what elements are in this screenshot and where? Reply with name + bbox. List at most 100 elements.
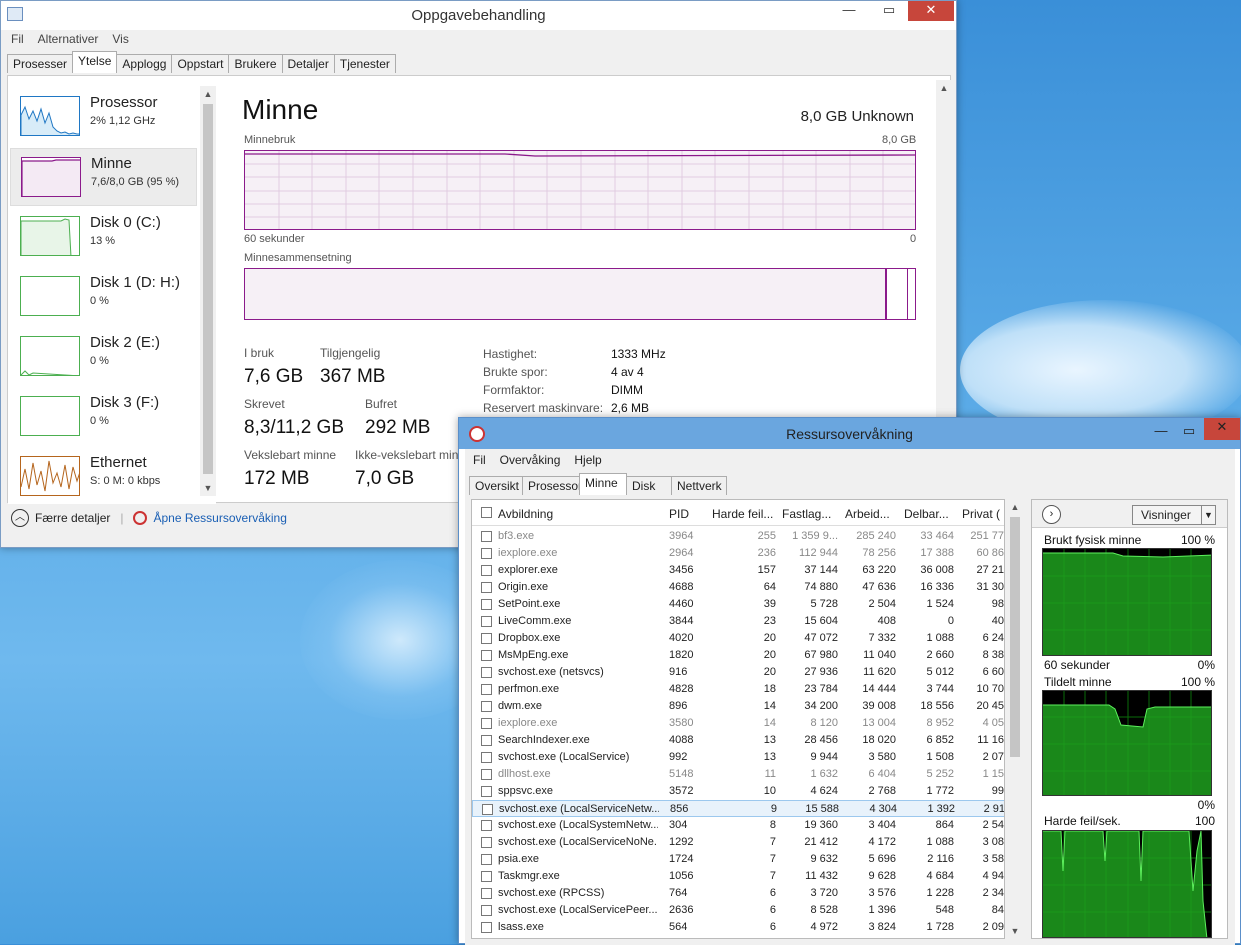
maximize-button[interactable]: ▭ xyxy=(874,1,904,21)
row-checkbox[interactable] xyxy=(481,820,492,831)
column-hard-faults[interactable]: Harde feil... xyxy=(712,507,776,521)
sidebar-item-disk-1[interactable]: Disk 1 (D: H:) 0 % xyxy=(10,268,197,326)
task-manager-titlebar[interactable]: Oppgavebehandling — ▭ ✕ xyxy=(1,1,956,30)
table-row[interactable]: svchost.exe (netsvcs) 916 20 27 936 11 620 5 … xyxy=(472,664,1004,681)
sidebar-item-disk-0[interactable]: Disk 0 (C:) 13 % xyxy=(10,208,197,266)
scroll-down-arrow[interactable]: ▼ xyxy=(200,480,216,496)
close-button[interactable]: ✕ xyxy=(908,1,954,21)
tab-processes[interactable]: Prosesser xyxy=(7,54,74,73)
menu-help[interactable]: Hjelp xyxy=(574,453,601,467)
select-all-checkbox[interactable] xyxy=(481,507,492,518)
tab-startup[interactable]: Oppstart xyxy=(171,54,230,73)
column-pid[interactable]: PID xyxy=(669,507,705,521)
table-row[interactable]: svchost.exe (LocalServiceNoNe... 1292 7 21 … xyxy=(472,834,1004,851)
table-row[interactable]: psia.exe 1724 7 9 632 5 696 2 116 3 58 xyxy=(472,851,1004,868)
row-checkbox[interactable] xyxy=(481,582,492,593)
table-row[interactable]: dwm.exe 896 14 34 200 39 008 18 556 20 45 xyxy=(472,698,1004,715)
row-checkbox[interactable] xyxy=(481,650,492,661)
row-checkbox[interactable] xyxy=(481,922,492,933)
process-table-scrollbar[interactable]: ▲ ▼ xyxy=(1007,499,1023,939)
row-checkbox[interactable] xyxy=(481,735,492,746)
table-row[interactable]: SearchIndexer.exe 4088 13 28 456 18 020 6 852… xyxy=(472,732,1004,749)
tab-disk[interactable]: Disk xyxy=(626,476,672,495)
table-row[interactable]: MsMpEng.exe 1820 20 67 980 11 040 2 660 8 38 xyxy=(472,647,1004,664)
scroll-up-arrow[interactable]: ▲ xyxy=(936,80,952,96)
scroll-thumb[interactable] xyxy=(1010,517,1020,757)
tab-performance[interactable]: Ytelse xyxy=(72,51,118,73)
maximize-button[interactable]: ▭ xyxy=(1174,422,1204,442)
table-row[interactable]: iexplore.exe 2964 236 112 944 78 256 17 388 60… xyxy=(472,545,1004,562)
table-row[interactable]: Dropbox.exe 4020 20 47 072 7 332 1 088 6 24 xyxy=(472,630,1004,647)
menu-options[interactable]: Alternativer xyxy=(38,32,99,46)
row-checkbox[interactable] xyxy=(481,565,492,576)
sidebar-item-ethernet[interactable]: Ethernet S: 0 M: 0 kbps xyxy=(10,448,197,506)
sidebar-item-processor[interactable]: Prosessor 2% 1,12 GHz xyxy=(10,88,197,146)
sidebar-item-disk-2[interactable]: Disk 2 (E:) 0 % xyxy=(10,328,197,386)
resource-monitor-titlebar[interactable]: Ressursovervåkning — ▭ ✕ xyxy=(459,418,1240,449)
table-row[interactable]: svchost.exe (LocalServiceNetw... 856 9 15 5… xyxy=(472,800,1004,817)
table-row[interactable]: lsass.exe 564 6 4 972 3 824 1 728 2 09 xyxy=(472,919,1004,936)
tab-services[interactable]: Tjenester xyxy=(333,54,396,73)
row-checkbox[interactable] xyxy=(481,718,492,729)
table-row[interactable]: svchost.exe (RPCSS) 764 6 3 720 3 576 1 228 2 … xyxy=(472,885,1004,902)
tab-memory[interactable]: Minne xyxy=(579,473,627,495)
scroll-thumb[interactable] xyxy=(203,104,213,474)
tab-overview[interactable]: Oversikt xyxy=(469,476,523,495)
table-row[interactable]: svchost.exe (LocalService) 992 13 9 944 3 58… xyxy=(472,749,1004,766)
scroll-up-arrow[interactable]: ▲ xyxy=(1007,499,1023,515)
table-row[interactable]: perfmon.exe 4828 18 23 784 14 444 3 744 10 70 xyxy=(472,681,1004,698)
row-checkbox[interactable] xyxy=(481,769,492,780)
scroll-up-arrow[interactable]: ▲ xyxy=(200,86,216,102)
fewer-details-link[interactable]: Færre detaljer xyxy=(35,511,110,525)
tab-users[interactable]: Brukere xyxy=(228,54,283,73)
column-shareable[interactable]: Delbar... xyxy=(904,507,954,521)
tab-details[interactable]: Detaljer xyxy=(281,54,335,73)
menu-file[interactable]: Fil xyxy=(11,32,24,46)
table-row[interactable]: SetPoint.exe 4460 39 5 728 2 504 1 524 98 xyxy=(472,596,1004,613)
chevron-right-icon[interactable]: › xyxy=(1042,505,1061,524)
row-checkbox[interactable] xyxy=(481,905,492,916)
row-checkbox[interactable] xyxy=(481,871,492,882)
sidebar-item-disk-3[interactable]: Disk 3 (F:) 0 % xyxy=(10,388,197,446)
column-image[interactable]: Avbildning xyxy=(498,507,648,521)
close-button[interactable]: ✕ xyxy=(1204,418,1240,440)
row-checkbox[interactable] xyxy=(481,548,492,559)
row-checkbox[interactable] xyxy=(481,616,492,627)
column-commit[interactable]: Fastlag... xyxy=(782,507,838,521)
row-checkbox[interactable] xyxy=(481,837,492,848)
minimize-button[interactable]: — xyxy=(834,1,864,21)
menu-view[interactable]: Vis xyxy=(112,32,128,46)
row-checkbox[interactable] xyxy=(481,599,492,610)
table-row[interactable]: iexplore.exe 3580 14 8 120 13 004 8 952 4 05 xyxy=(472,715,1004,732)
sidebar-item-memory[interactable]: Minne 7,6/8,0 GB (95 %) xyxy=(10,148,197,206)
table-row[interactable]: bf3.exe 3964 255 1 359 9... 285 240 33 464 251… xyxy=(472,528,1004,545)
tab-app-history[interactable]: Applogg xyxy=(116,54,173,73)
row-checkbox[interactable] xyxy=(481,633,492,644)
chevron-up-icon[interactable]: ︿ xyxy=(11,509,29,527)
table-row[interactable]: explorer.exe 3456 157 37 144 63 220 36 008 27 … xyxy=(472,562,1004,579)
open-resource-monitor-link[interactable]: Åpne Ressursovervåking xyxy=(153,511,286,525)
column-working-set[interactable]: Arbeid... xyxy=(845,507,895,521)
row-checkbox[interactable] xyxy=(481,667,492,678)
views-dropdown[interactable]: Visninger ▼ xyxy=(1132,505,1216,525)
row-checkbox[interactable] xyxy=(481,701,492,712)
row-checkbox[interactable] xyxy=(481,786,492,797)
scroll-down-arrow[interactable]: ▼ xyxy=(1007,923,1023,939)
table-row[interactable]: Origin.exe 4688 64 74 880 47 636 16 336 31 30 xyxy=(472,579,1004,596)
table-row[interactable]: svchost.exe (LocalSystemNetw... 304 8 19 36… xyxy=(472,817,1004,834)
row-checkbox[interactable] xyxy=(481,684,492,695)
table-row[interactable]: Taskmgr.exe 1056 7 11 432 9 628 4 684 4 94 xyxy=(472,868,1004,885)
row-checkbox[interactable] xyxy=(481,888,492,899)
tab-cpu[interactable]: Prosessor xyxy=(522,476,582,495)
menu-monitor[interactable]: Overvåking xyxy=(500,453,561,467)
row-checkbox[interactable] xyxy=(482,804,493,815)
sidebar-scrollbar[interactable]: ▲ ▼ xyxy=(200,86,216,496)
row-checkbox[interactable] xyxy=(481,531,492,542)
menu-file[interactable]: Fil xyxy=(473,453,486,467)
table-row[interactable]: svchost.exe (LocalServicePeer... 2636 6 8 5… xyxy=(472,902,1004,919)
table-row[interactable]: dllhost.exe 5148 11 1 632 6 404 5 252 1 15 xyxy=(472,766,1004,783)
column-private[interactable]: Privat ( xyxy=(962,507,1002,521)
row-checkbox[interactable] xyxy=(481,854,492,865)
minimize-button[interactable]: — xyxy=(1146,422,1176,442)
tab-network[interactable]: Nettverk xyxy=(671,476,727,495)
